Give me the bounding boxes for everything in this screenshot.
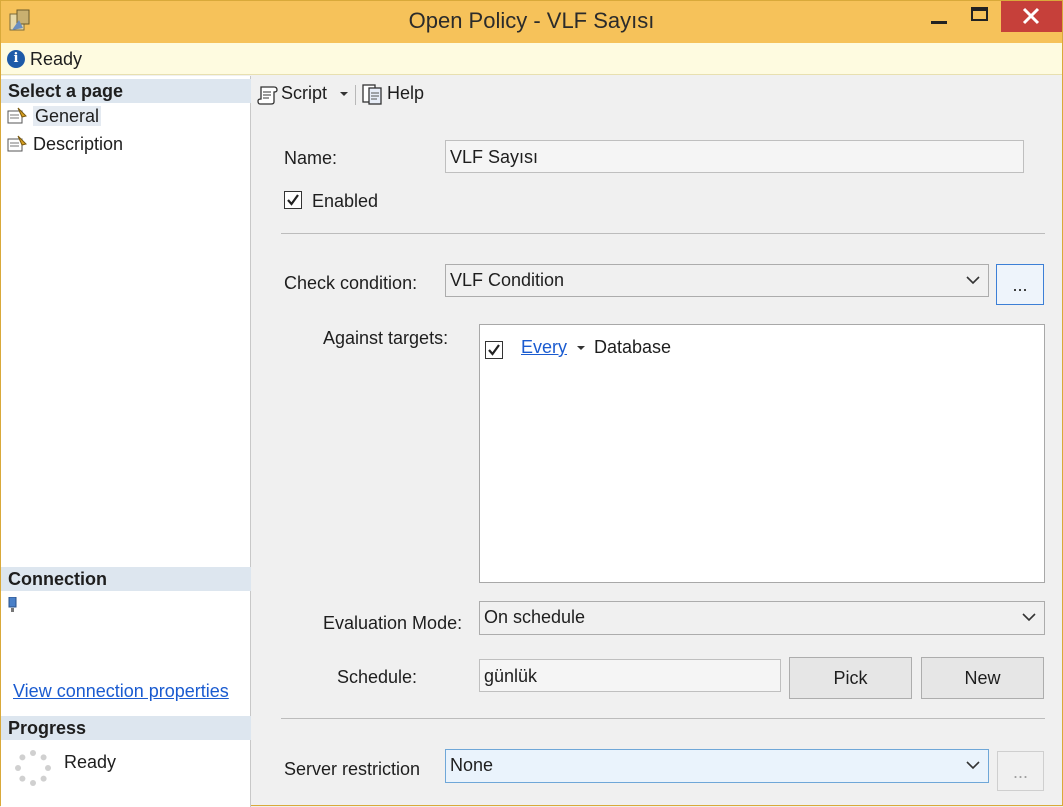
view-connection-properties-link[interactable]: View connection properties [13, 681, 229, 702]
server-restriction-ellipsis-button[interactable]: ... [997, 751, 1044, 791]
minimize-button[interactable] [921, 1, 955, 31]
script-label: Script [281, 83, 328, 103]
schedule-field[interactable]: günlük [479, 659, 781, 692]
progress-header: Progress [1, 716, 251, 740]
open-policy-window: Open Policy - VLF Sayısı i Ready Select … [0, 0, 1063, 807]
server-restriction-value: None [450, 755, 494, 775]
chevron-down-icon [1022, 613, 1036, 622]
name-label: Name: [284, 148, 338, 168]
page-item-label: General [33, 106, 102, 126]
help-label: Help [387, 83, 425, 103]
against-targets-label: Against targets: [323, 328, 449, 348]
target-dropdown-arrow[interactable] [577, 346, 585, 350]
targets-list: Every Database [479, 324, 1045, 583]
close-button[interactable] [1001, 1, 1062, 32]
name-field[interactable]: VLF Sayısı [445, 140, 1024, 173]
connection-header: Connection [1, 567, 251, 591]
toolbar-separator [355, 85, 356, 105]
target-every-link[interactable]: Every [521, 337, 567, 358]
evaluation-mode-value: On schedule [484, 607, 586, 627]
select-page-header: Select a page [1, 79, 251, 103]
status-text: Ready [30, 49, 83, 69]
chevron-down-icon [966, 276, 980, 285]
evaluation-mode-label: Evaluation Mode: [323, 613, 463, 633]
script-button[interactable]: Script [257, 83, 328, 105]
pick-button[interactable]: Pick [789, 657, 912, 699]
progress-status: Ready [64, 752, 117, 772]
property-page-icon [7, 107, 27, 125]
page-item-general[interactable]: General [7, 104, 102, 128]
chevron-down-icon [966, 761, 980, 770]
help-icon [362, 84, 382, 105]
new-button[interactable]: New [921, 657, 1044, 699]
divider [281, 233, 1045, 234]
page-item-description[interactable]: Description [7, 132, 123, 156]
window-title: Open Policy - VLF Sayısı [408, 8, 655, 33]
checkmark-icon [488, 344, 500, 356]
title-bar: Open Policy - VLF Sayısı [1, 1, 1062, 43]
spinner-icon [15, 750, 51, 786]
check-condition-value: VLF Condition [450, 270, 565, 290]
divider [281, 718, 1045, 719]
help-button[interactable]: Help [361, 83, 425, 105]
minimize-icon [931, 21, 947, 24]
server-restriction-label: Server restriction [284, 759, 421, 779]
close-icon [1022, 7, 1040, 25]
server-restriction-select[interactable]: None [445, 749, 989, 783]
maximize-button[interactable] [962, 1, 996, 31]
maximize-icon [971, 7, 988, 21]
script-icon [257, 86, 278, 105]
checkmark-icon [287, 194, 299, 206]
server-connection-icon [8, 596, 18, 613]
evaluation-mode-select[interactable]: On schedule [479, 601, 1045, 635]
enabled-checkbox[interactable] [284, 191, 302, 209]
schedule-label: Schedule: [337, 667, 418, 687]
toolbar: Script Help [252, 76, 1062, 112]
script-dropdown-arrow[interactable] [340, 92, 348, 96]
page-item-label: Description [33, 134, 124, 154]
left-pane: Select a page General Description Connec… [1, 76, 251, 807]
info-icon: i [7, 50, 25, 68]
check-condition-label: Check condition: [284, 273, 418, 293]
check-condition-select[interactable]: VLF Condition [445, 264, 989, 297]
target-checkbox[interactable] [485, 341, 503, 359]
status-bar: i Ready [1, 43, 1062, 75]
check-condition-ellipsis-button[interactable]: ... [996, 264, 1044, 305]
enabled-label: Enabled [312, 191, 379, 211]
target-database-text: Database [594, 337, 672, 357]
property-page-icon [7, 135, 27, 153]
